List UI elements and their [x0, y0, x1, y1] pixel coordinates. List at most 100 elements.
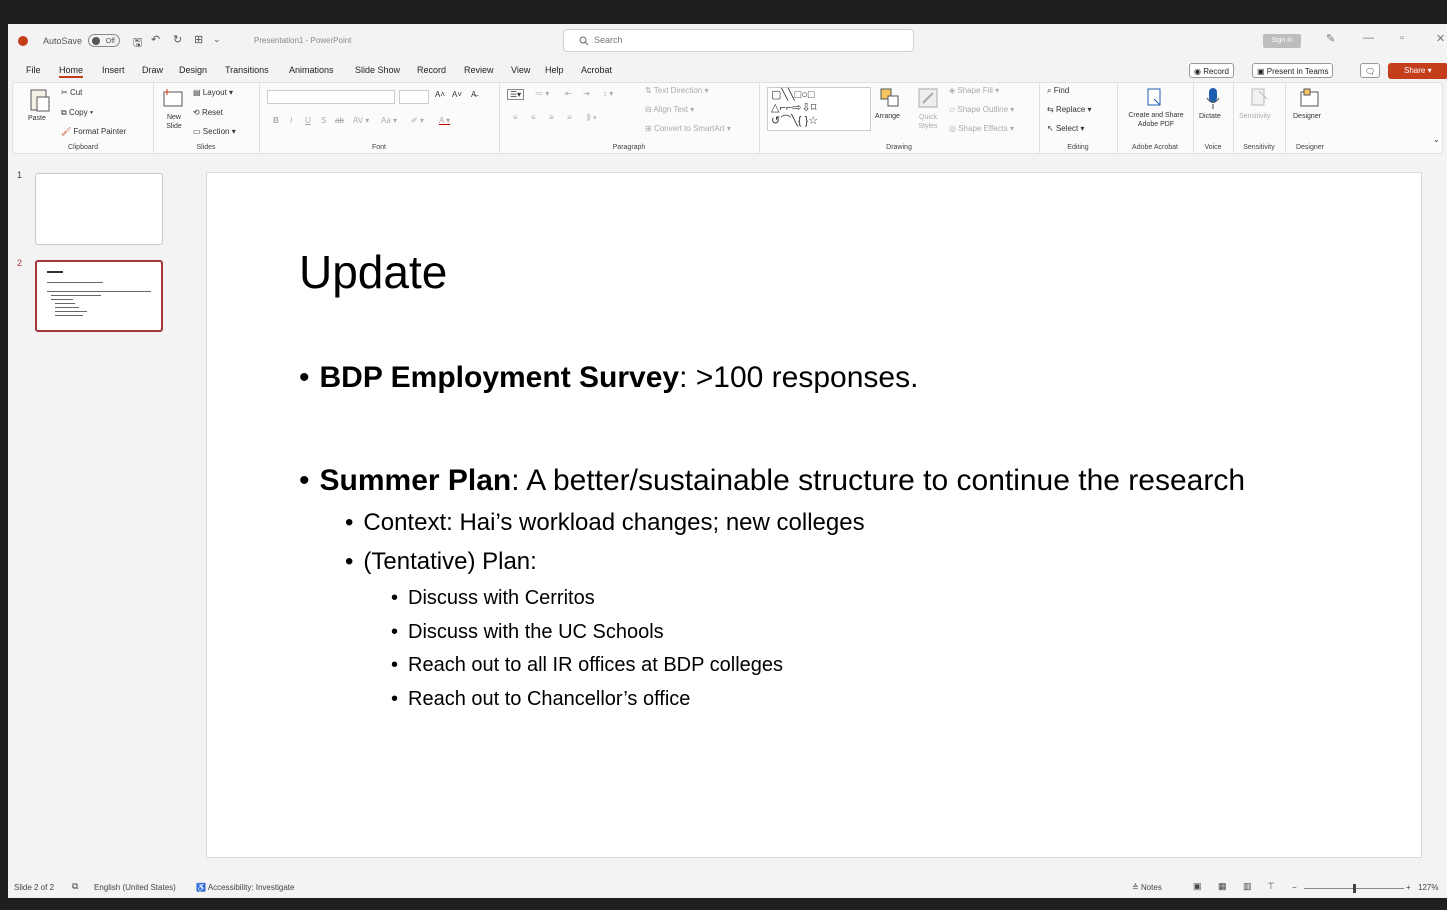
accessibility-status[interactable]: ♿ Accessibility: Investigate [196, 883, 294, 892]
customize-qat-icon[interactable]: ⌄ [213, 34, 221, 45]
new-slide-icon[interactable] [161, 87, 185, 109]
italic-icon[interactable]: I [290, 116, 292, 125]
undo-icon[interactable]: ↶ [151, 33, 160, 46]
underline-icon[interactable]: U [305, 116, 311, 125]
increase-font-icon[interactable]: A˄ [435, 90, 445, 99]
section-button[interactable]: ▭ Section ▾ [193, 127, 236, 136]
decrease-indent-icon[interactable]: ⇤ [565, 89, 572, 98]
arrange-icon[interactable] [879, 87, 901, 109]
find-button[interactable]: ⌕ Find [1047, 86, 1069, 96]
align-center-icon[interactable]: ≡ [531, 113, 536, 122]
shape-outline-button[interactable]: ▱ Shape Outline ▾ [949, 105, 1014, 114]
zoom-out-icon[interactable]: − [1292, 883, 1297, 892]
font-color-icon[interactable]: A ▾ [439, 116, 450, 125]
arrange-label[interactable]: Arrange [875, 113, 900, 120]
convert-smartart-button[interactable]: ⊞ Convert to SmartArt ▾ [645, 124, 731, 133]
reading-view-icon[interactable]: ▥ [1243, 881, 1252, 892]
shapes-gallery[interactable]: ▢╲╲□○□ △⌐⌐⇨⇩⌑ ↺⌒╲{ }☆ [767, 87, 871, 131]
bullets-icon[interactable]: ☰▾ [507, 89, 525, 100]
tab-draw[interactable]: Draw [142, 65, 163, 75]
shadow-icon[interactable]: S [321, 116, 326, 125]
paste-icon[interactable] [29, 87, 51, 113]
tab-record[interactable]: Record [417, 65, 446, 75]
paste-label[interactable]: Paste [28, 115, 46, 122]
tab-help[interactable]: Help [545, 65, 564, 75]
decrease-font-icon[interactable]: A˅ [452, 90, 462, 99]
restore-icon[interactable]: ▫ [1400, 32, 1404, 44]
shape-effects-button[interactable]: ◎ Shape Effects ▾ [949, 124, 1014, 133]
numbering-icon[interactable]: ≔ ▾ [535, 89, 549, 98]
present-in-teams-button[interactable]: ▣ Present in Teams [1252, 63, 1334, 78]
char-spacing-icon[interactable]: AV ▾ [353, 116, 369, 125]
bullet-employment-survey[interactable]: • BDP Employment Survey: >100 responses. [299, 361, 918, 395]
tab-design[interactable]: Design [179, 65, 207, 75]
replace-button[interactable]: ⇆ Replace ▾ [1047, 105, 1092, 114]
autosave-toggle[interactable]: Off [88, 34, 120, 47]
new-slide-label[interactable]: New Slide [161, 113, 187, 131]
slide-thumbnail-1[interactable] [35, 173, 163, 245]
quick-styles-icon[interactable] [917, 87, 939, 109]
increase-indent-icon[interactable]: ⇥ [583, 89, 590, 98]
zoom-level[interactable]: 127% [1418, 883, 1438, 892]
clear-formatting-icon[interactable]: A̶ [471, 90, 476, 99]
pen-icon[interactable]: ✎ [1326, 32, 1335, 45]
sub-sub-bullet[interactable]: • Discuss with Cerritos [391, 587, 595, 610]
reset-button[interactable]: ⟲ Reset [193, 108, 223, 117]
sensitivity-button-label[interactable]: Sensitivity [1239, 113, 1271, 120]
strikethrough-icon[interactable]: ab [335, 116, 344, 125]
tab-transitions[interactable]: Transitions [225, 65, 269, 75]
change-case-icon[interactable]: Aa ▾ [381, 116, 397, 125]
search-box[interactable]: Search [563, 29, 914, 52]
bold-icon[interactable]: B [273, 116, 279, 125]
redo-icon[interactable]: ↻ [173, 33, 182, 46]
designer-icon[interactable] [1299, 87, 1321, 109]
align-left-icon[interactable]: ≡ [513, 113, 518, 122]
close-icon[interactable]: ✕ [1436, 32, 1445, 45]
line-spacing-icon[interactable]: ↕ ▾ [603, 89, 613, 98]
sub-bullet-plan[interactable]: • (Tentative) Plan: [345, 548, 537, 576]
cut-button[interactable]: ✂ Cut [61, 88, 82, 97]
zoom-in-icon[interactable]: + [1406, 883, 1411, 892]
notes-button[interactable]: ≙ Notes [1132, 883, 1162, 892]
record-button[interactable]: ◉ Record [1189, 63, 1234, 78]
save-icon[interactable]: 🖫 [133, 34, 142, 53]
create-pdf-icon[interactable] [1145, 87, 1165, 109]
bullet-summer-plan[interactable]: • Summer Plan: A better/sustainable struc… [299, 464, 1245, 498]
tab-animations[interactable]: Animations [289, 65, 334, 75]
language-status[interactable]: English (United States) [94, 883, 176, 892]
align-right-icon[interactable]: ≡ [549, 113, 554, 122]
designer-button-label[interactable]: Designer [1293, 113, 1321, 120]
quick-styles-label[interactable]: Quick Styles [911, 113, 945, 131]
tab-acrobat[interactable]: Acrobat [581, 65, 612, 75]
tab-view[interactable]: View [511, 65, 530, 75]
justify-icon[interactable]: ≡ [567, 113, 572, 122]
tab-insert[interactable]: Insert [102, 65, 125, 75]
slideshow-view-icon[interactable]: ⊤ [1267, 881, 1275, 892]
dictate-label[interactable]: Dictate [1199, 113, 1221, 120]
share-button[interactable]: Share ▾ [1388, 63, 1447, 79]
normal-view-icon[interactable]: ▣ [1193, 881, 1202, 892]
collapse-ribbon-icon[interactable]: ⌄ [1433, 135, 1440, 144]
slide-canvas[interactable]: Update • BDP Employment Survey: >100 resp… [206, 172, 1422, 858]
zoom-slider-thumb[interactable] [1353, 884, 1356, 893]
highlight-icon[interactable]: ✐ ▾ [411, 116, 424, 125]
slide-thumbnail-2[interactable] [35, 260, 163, 332]
copy-button[interactable]: ⧉ Copy ▾ [61, 108, 93, 118]
tab-file[interactable]: File [26, 65, 41, 75]
microphone-icon[interactable] [1205, 87, 1221, 111]
sub-bullet-context[interactable]: • Context: Hai’s workload changes; new co… [345, 509, 865, 537]
align-text-button[interactable]: ⊟ Align Text ▾ [645, 105, 694, 114]
sub-sub-bullet[interactable]: • Discuss with the UC Schools [391, 621, 664, 644]
font-size-box[interactable] [399, 90, 429, 104]
shape-fill-button[interactable]: ◈ Shape Fill ▾ [949, 86, 999, 95]
sub-sub-bullet[interactable]: • Reach out to Chancellor’s office [391, 688, 690, 711]
columns-icon[interactable]: ⫼ ▾ [587, 113, 597, 123]
signin-button[interactable]: Sign in [1263, 34, 1301, 48]
sub-sub-bullet[interactable]: • Reach out to all IR offices at BDP coll… [391, 654, 783, 677]
tab-home[interactable]: Home [59, 65, 84, 78]
font-name-box[interactable] [267, 90, 395, 104]
tab-slide-show[interactable]: Slide Show [355, 65, 400, 75]
present-icon[interactable]: ⊞ [194, 33, 203, 46]
slide-title[interactable]: Update [299, 245, 447, 299]
select-button[interactable]: ↖ Select ▾ [1047, 124, 1084, 133]
